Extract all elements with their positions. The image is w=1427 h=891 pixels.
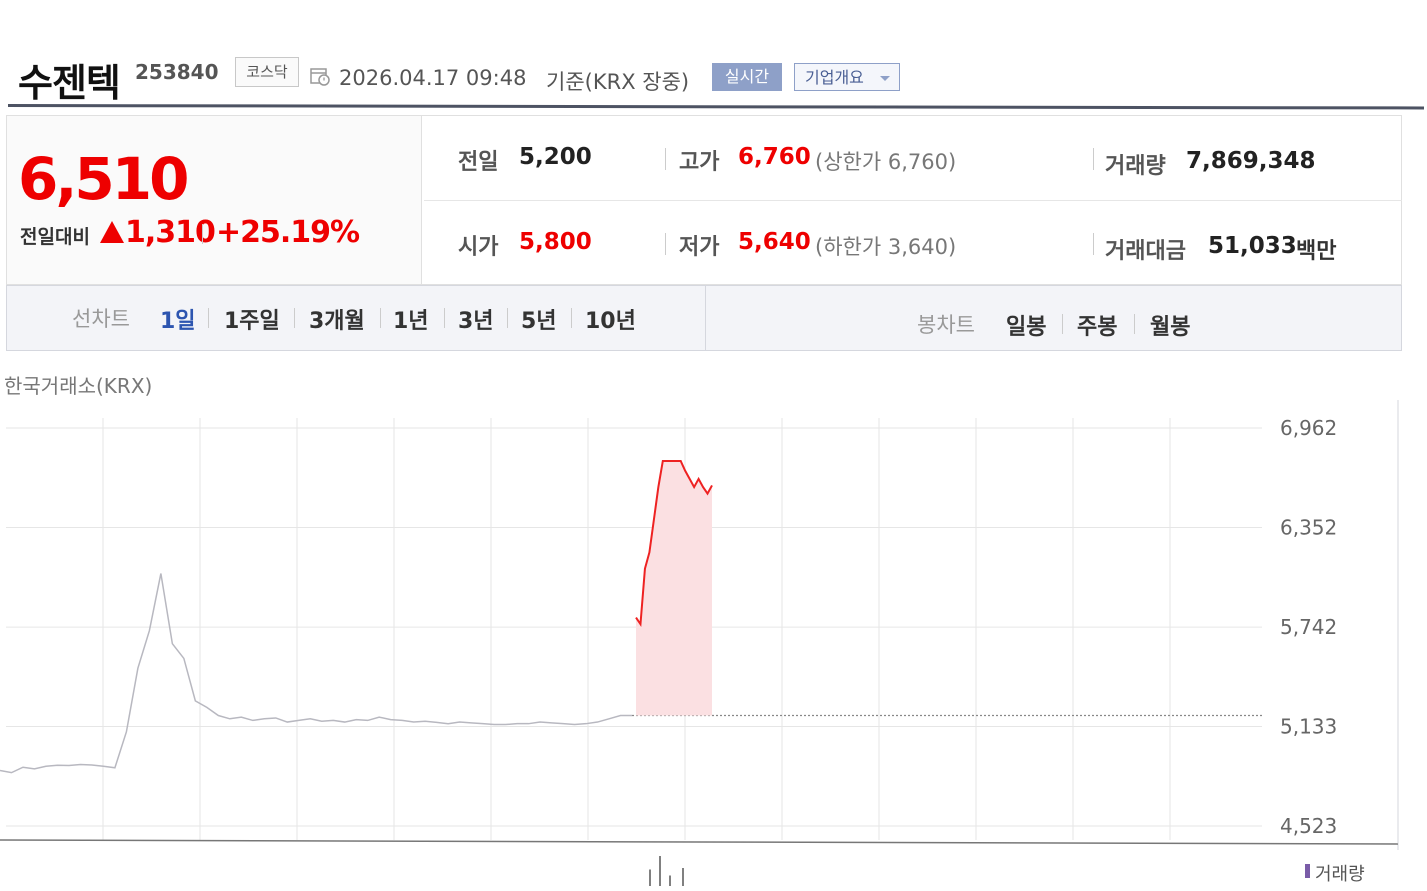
tab-1year[interactable]: 1년 — [393, 303, 429, 335]
company-overview-button[interactable]: 기업개요 — [794, 63, 900, 91]
low-label: 저가 — [679, 235, 720, 260]
line-chart-label: 선차트 — [72, 307, 130, 331]
tab-10year[interactable]: 10년 — [585, 303, 636, 335]
divider — [444, 308, 445, 328]
volume-legend-swatch — [1305, 864, 1310, 878]
y-tick-label: 6,962 — [1280, 416, 1337, 440]
stock-code: 253840 — [135, 60, 219, 84]
header-divider — [7, 104, 1425, 110]
tab-5year[interactable]: 5년 — [521, 303, 557, 335]
today-area-fill — [636, 460, 712, 716]
open-label: 시가 — [458, 235, 499, 260]
chart-tab-bar — [6, 285, 1402, 351]
upper-limit: (상한가 6,760) — [815, 150, 957, 174]
tab-3month[interactable]: 3개월 — [309, 303, 365, 335]
lower-limit: (하한가 3,640) — [815, 235, 957, 259]
tab-1week[interactable]: 1주일 — [224, 303, 280, 335]
y-axis-ticks: 6,962 6,352 5,742 5,133 4,523 — [1280, 416, 1337, 838]
tab-3year[interactable]: 3년 — [458, 303, 494, 335]
calendar-clock-icon — [310, 68, 330, 86]
triangle-up-icon — [100, 221, 124, 243]
prev-close-value: 5,200 — [519, 144, 592, 170]
quote-timestamp: 2026.04.17 09:48 — [339, 66, 527, 90]
realtime-button[interactable]: 실시간 — [712, 63, 782, 91]
y-tick-label: 6,352 — [1280, 516, 1337, 540]
tab-monthly-candle[interactable]: 월봉 — [1150, 309, 1190, 341]
divider — [380, 308, 381, 328]
quote-basis: 기준(KRX 장중) — [546, 70, 690, 94]
chart-bottom-border — [0, 839, 1399, 845]
caret-down-icon — [880, 76, 890, 81]
prev-close-label: 전일 — [458, 150, 499, 175]
divider — [294, 308, 295, 328]
divider — [507, 308, 508, 328]
divider — [1093, 233, 1094, 255]
high-value: 6,760 — [738, 144, 811, 170]
divider — [665, 148, 666, 170]
previous-day-line — [0, 573, 632, 774]
tab-weekly-candle[interactable]: 주봉 — [1077, 309, 1117, 341]
intraday-price-chart[interactable]: 6,962 6,352 5,742 5,133 4,523 — [0, 400, 1427, 891]
y-tick-label: 4,523 — [1280, 814, 1337, 838]
tab-daily-candle[interactable]: 일봉 — [1006, 309, 1046, 341]
divider — [202, 224, 203, 244]
tab-1day[interactable]: 1일 — [160, 303, 196, 335]
divider — [208, 308, 209, 328]
low-value: 5,640 — [738, 229, 811, 255]
divider — [424, 200, 1402, 201]
current-price: 6,510 — [18, 145, 189, 213]
change-label: 전일대비 — [20, 226, 90, 248]
amount-label: 거래대금 — [1105, 239, 1186, 264]
volume-legend-label: 거래량 — [1315, 864, 1365, 885]
stock-name: 수젠텍 — [18, 61, 121, 105]
change-rate: +25.19% — [216, 215, 360, 250]
divider — [665, 233, 666, 255]
market-badge: 코스닥 — [235, 57, 299, 87]
high-label: 고가 — [679, 150, 720, 175]
y-tick-label: 5,742 — [1280, 615, 1337, 639]
exchange-label: 한국거래소(KRX) — [4, 374, 153, 398]
amount-value: 51,033 — [1208, 233, 1297, 259]
y-tick-label: 5,133 — [1280, 714, 1337, 738]
divider — [1134, 314, 1135, 334]
divider — [705, 286, 706, 350]
volume-bars — [649, 856, 684, 886]
open-value: 5,800 — [519, 229, 592, 255]
volume-value: 7,869,348 — [1186, 148, 1316, 174]
divider — [1062, 314, 1063, 334]
amount-unit: 백만 — [1296, 239, 1337, 264]
company-overview-label: 기업개요 — [805, 68, 864, 87]
candle-chart-label: 봉차트 — [917, 313, 975, 337]
volume-label: 거래량 — [1105, 154, 1166, 179]
divider — [571, 308, 572, 328]
divider — [1093, 148, 1094, 170]
